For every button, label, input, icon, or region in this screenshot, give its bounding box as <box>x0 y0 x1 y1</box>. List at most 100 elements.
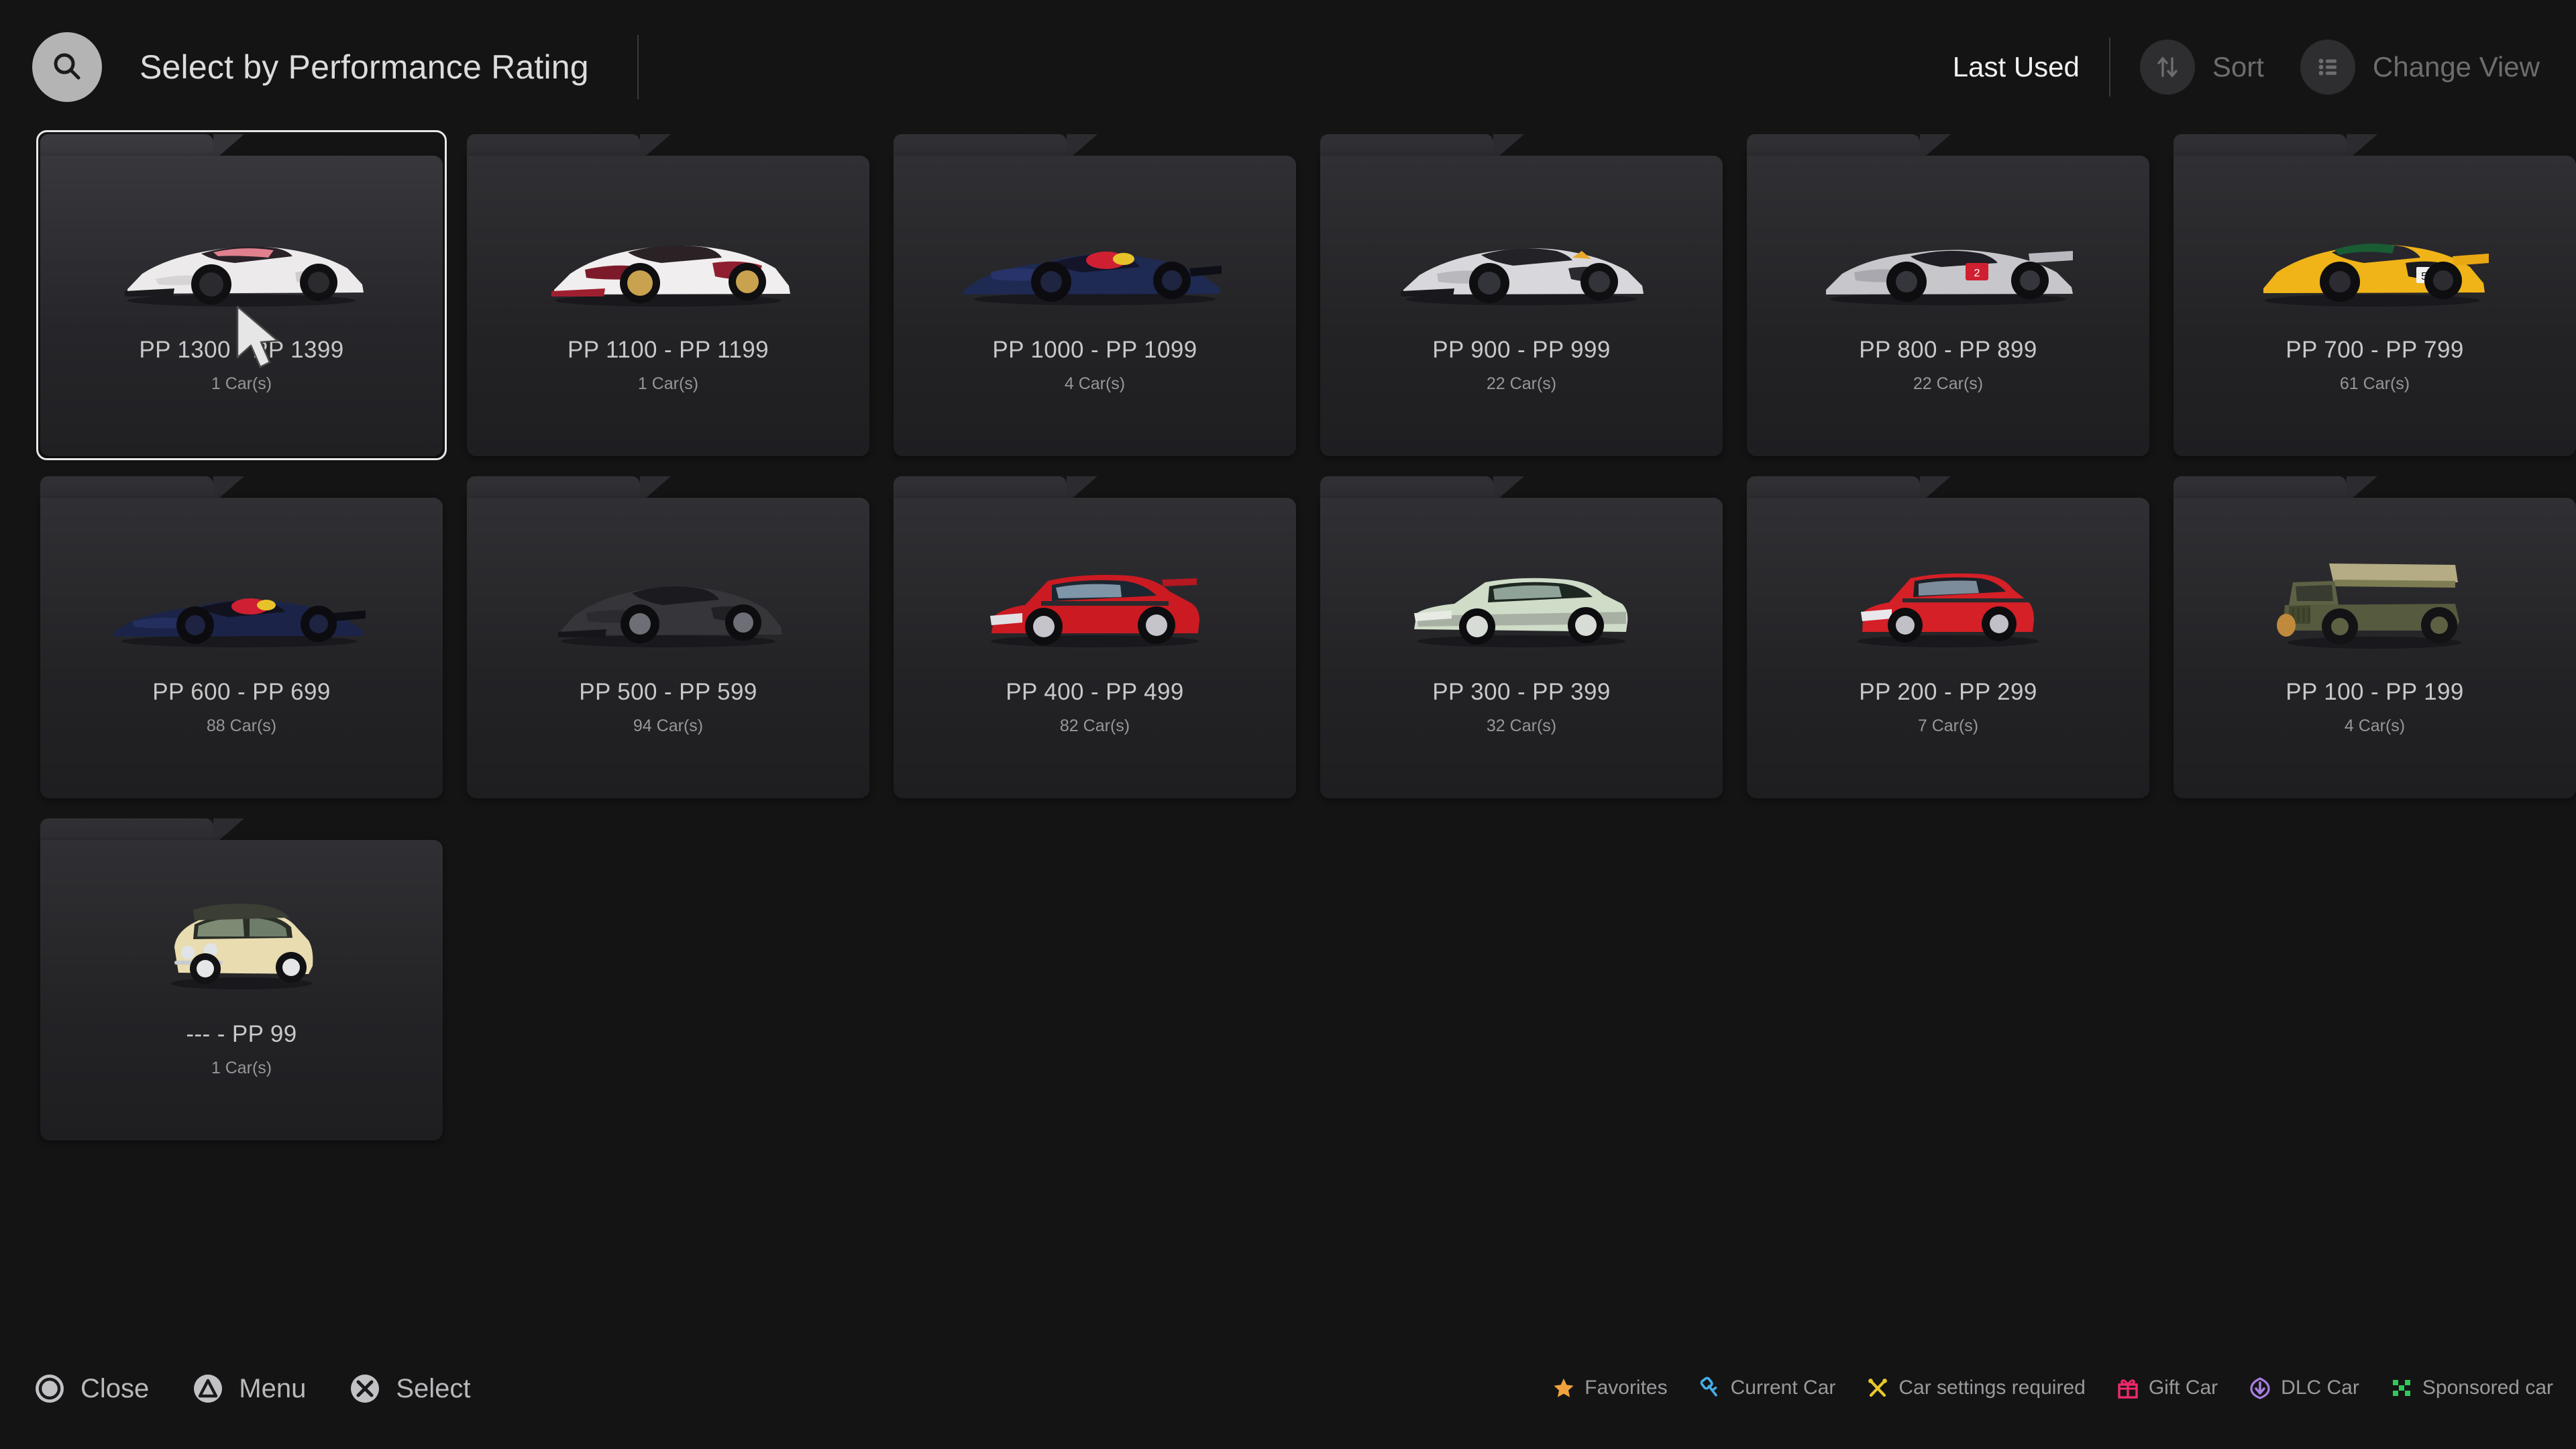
card-title: PP 100 - PP 199 <box>2286 679 2464 705</box>
category-card-pp400[interactable]: PP 400 - PP 499 82 Car(s) <box>894 476 1296 798</box>
sort-icon-circle <box>2139 40 2195 95</box>
legend-gift-car: Gift Car <box>2116 1377 2218 1399</box>
menu-button[interactable]: Menu <box>191 1371 306 1406</box>
close-button[interactable]: Close <box>32 1371 149 1406</box>
card-count: 4 Car(s) <box>1064 374 1126 393</box>
legend-label: Favorites <box>1585 1377 1668 1399</box>
card-count: 82 Car(s) <box>1059 716 1130 735</box>
category-card-pp100[interactable]: PP 100 - PP 199 4 Car(s) <box>2174 476 2576 798</box>
grid-row: PP 600 - PP 699 88 Car(s) PP 500 - PP 59… <box>40 476 2576 802</box>
card-count: 7 Car(s) <box>1917 716 1979 735</box>
sort-button[interactable]: Sort <box>2139 40 2264 95</box>
list-view-icon <box>2318 58 2337 76</box>
select-button[interactable]: Select <box>347 1371 471 1406</box>
card-title: PP 700 - PP 799 <box>2286 337 2464 363</box>
category-card-pp600[interactable]: PP 600 - PP 699 88 Car(s) <box>40 476 443 798</box>
sort-label: Sort <box>2212 51 2264 83</box>
search-icon <box>54 53 80 80</box>
category-grid: PP 1300 - PP 1399 1 Car(s) <box>36 130 2576 1154</box>
category-card-pp300[interactable]: PP 300 - PP 399 32 Car(s) <box>1320 476 1723 798</box>
header-right-group: Last Used Sort Change View <box>1953 0 2576 134</box>
sort-arrows-icon <box>2157 56 2178 78</box>
footer-buttons: Close Menu Select <box>32 1371 471 1406</box>
category-card-pp500[interactable]: PP 500 - PP 599 94 Car(s) <box>467 476 869 798</box>
car-thumbnail-olive-willys-jeep <box>2174 541 2576 668</box>
category-card-pp900[interactable]: PP 900 - PP 999 22 Car(s) <box>1320 134 1723 456</box>
card-count: 94 Car(s) <box>633 716 704 735</box>
legend-group: Favorites Current Car Car settings requi… <box>1552 1377 2553 1399</box>
sort-value[interactable]: Last Used <box>1953 51 2080 83</box>
mouse-cursor <box>235 305 282 373</box>
card-title: PP 800 - PP 899 <box>1859 337 2037 363</box>
category-card-pp800[interactable]: 2 PP 800 - PP 899 22 Car(s) <box>1747 134 2149 456</box>
svg-text:2: 2 <box>1974 268 1980 279</box>
car-thumbnail-silver-vgt-prototype <box>1320 199 1723 326</box>
car-thumbnail-yellow-mclaren-p1-gtr: 51 <box>2174 199 2576 326</box>
card-count: 1 Car(s) <box>211 374 272 393</box>
download-icon <box>2250 1377 2270 1399</box>
card-count: 32 Car(s) <box>1486 716 1557 735</box>
car-thumbnail-red-golf-hatchback <box>1747 541 2149 668</box>
legend-car-settings: Car settings required <box>1866 1377 2086 1399</box>
ps-triangle-icon <box>194 1375 223 1403</box>
car-thumbnail-blue-redbull-x2014 <box>894 199 1296 326</box>
card-title: PP 300 - PP 399 <box>1432 679 1611 705</box>
car-thumbnail-black-sports-coupe <box>467 541 869 668</box>
page-title: Select by Performance Rating <box>140 48 589 86</box>
card-title: PP 900 - PP 999 <box>1432 337 1611 363</box>
bottom-action-bar: Close Menu Select Favorites Current Car … <box>0 1348 2576 1449</box>
change-view-icon-circle <box>2300 40 2355 95</box>
header-divider-2 <box>2108 38 2110 97</box>
card-title: PP 600 - PP 699 <box>152 679 331 705</box>
car-thumbnail-blue-redbull-x2010 <box>40 541 443 668</box>
category-card-pp1100[interactable]: PP 1100 - PP 1199 1 Car(s) <box>467 134 869 456</box>
category-card-pp1000[interactable]: PP 1000 - PP 1099 4 Car(s) <box>894 134 1296 456</box>
car-thumbnail-red-lancer-evo <box>894 541 1296 668</box>
header-divider <box>637 35 639 99</box>
legend-dlc-car: DLC Car <box>2249 1377 2359 1399</box>
card-count: 61 Car(s) <box>2339 374 2410 393</box>
car-thumbnail-pale-green-silvia <box>1320 541 1723 668</box>
gift-icon <box>2118 1379 2138 1399</box>
card-count: 1 Car(s) <box>211 1059 272 1077</box>
search-button[interactable] <box>32 32 102 102</box>
category-card-pp1300[interactable]: PP 1300 - PP 1399 1 Car(s) <box>36 130 447 460</box>
legend-current-car: Current Car <box>1699 1377 1836 1399</box>
key-icon <box>1700 1377 1717 1397</box>
close-label: Close <box>80 1373 150 1403</box>
ps-circle-icon <box>36 1375 64 1403</box>
card-count: 88 Car(s) <box>206 716 277 735</box>
card-title: PP 400 - PP 499 <box>1006 679 1184 705</box>
legend-favorites: Favorites <box>1552 1377 1668 1399</box>
select-label: Select <box>396 1373 471 1403</box>
car-thumbnail-silver-audi-lmp: 2 <box>1747 199 2149 326</box>
menu-label: Menu <box>239 1373 307 1403</box>
category-card-pp99[interactable]: --- - PP 99 1 Car(s) <box>40 818 443 1140</box>
star-icon <box>1554 1379 1574 1397</box>
header-left-group: Select by Performance Rating <box>0 32 639 102</box>
legend-label: Current Car <box>1730 1377 1836 1399</box>
checker-icon <box>2392 1380 2410 1396</box>
card-count: 22 Car(s) <box>1913 374 1984 393</box>
legend-sponsored-car: Sponsored car <box>2390 1377 2553 1399</box>
card-title: PP 1000 - PP 1099 <box>992 337 1197 363</box>
card-count: 1 Car(s) <box>637 374 699 393</box>
legend-label: Car settings required <box>1898 1377 2086 1399</box>
top-header: Select by Performance Rating Last Used S… <box>0 0 2576 134</box>
legend-label: DLC Car <box>2281 1377 2359 1399</box>
ps-cross-icon <box>351 1375 380 1403</box>
grid-row: --- - PP 99 1 Car(s) <box>40 818 2576 1144</box>
card-count: 22 Car(s) <box>1486 374 1557 393</box>
card-title: --- - PP 99 <box>186 1021 297 1047</box>
car-thumbnail-cream-fiat-500 <box>40 883 443 1010</box>
grid-row: PP 1300 - PP 1399 1 Car(s) <box>36 130 2576 460</box>
card-count: 4 Car(s) <box>2344 716 2406 735</box>
car-thumbnail-white-red-srt-racer <box>467 199 869 326</box>
category-card-pp700[interactable]: 51 PP 700 - PP 799 61 Car(s) <box>2174 134 2576 456</box>
change-view-button[interactable]: Change View <box>2300 40 2540 95</box>
card-title: PP 500 - PP 599 <box>579 679 757 705</box>
card-title: PP 1100 - PP 1199 <box>568 337 769 363</box>
card-title: PP 200 - PP 299 <box>1859 679 2037 705</box>
change-view-label: Change View <box>2372 51 2540 83</box>
category-card-pp200[interactable]: PP 200 - PP 299 7 Car(s) <box>1747 476 2149 798</box>
